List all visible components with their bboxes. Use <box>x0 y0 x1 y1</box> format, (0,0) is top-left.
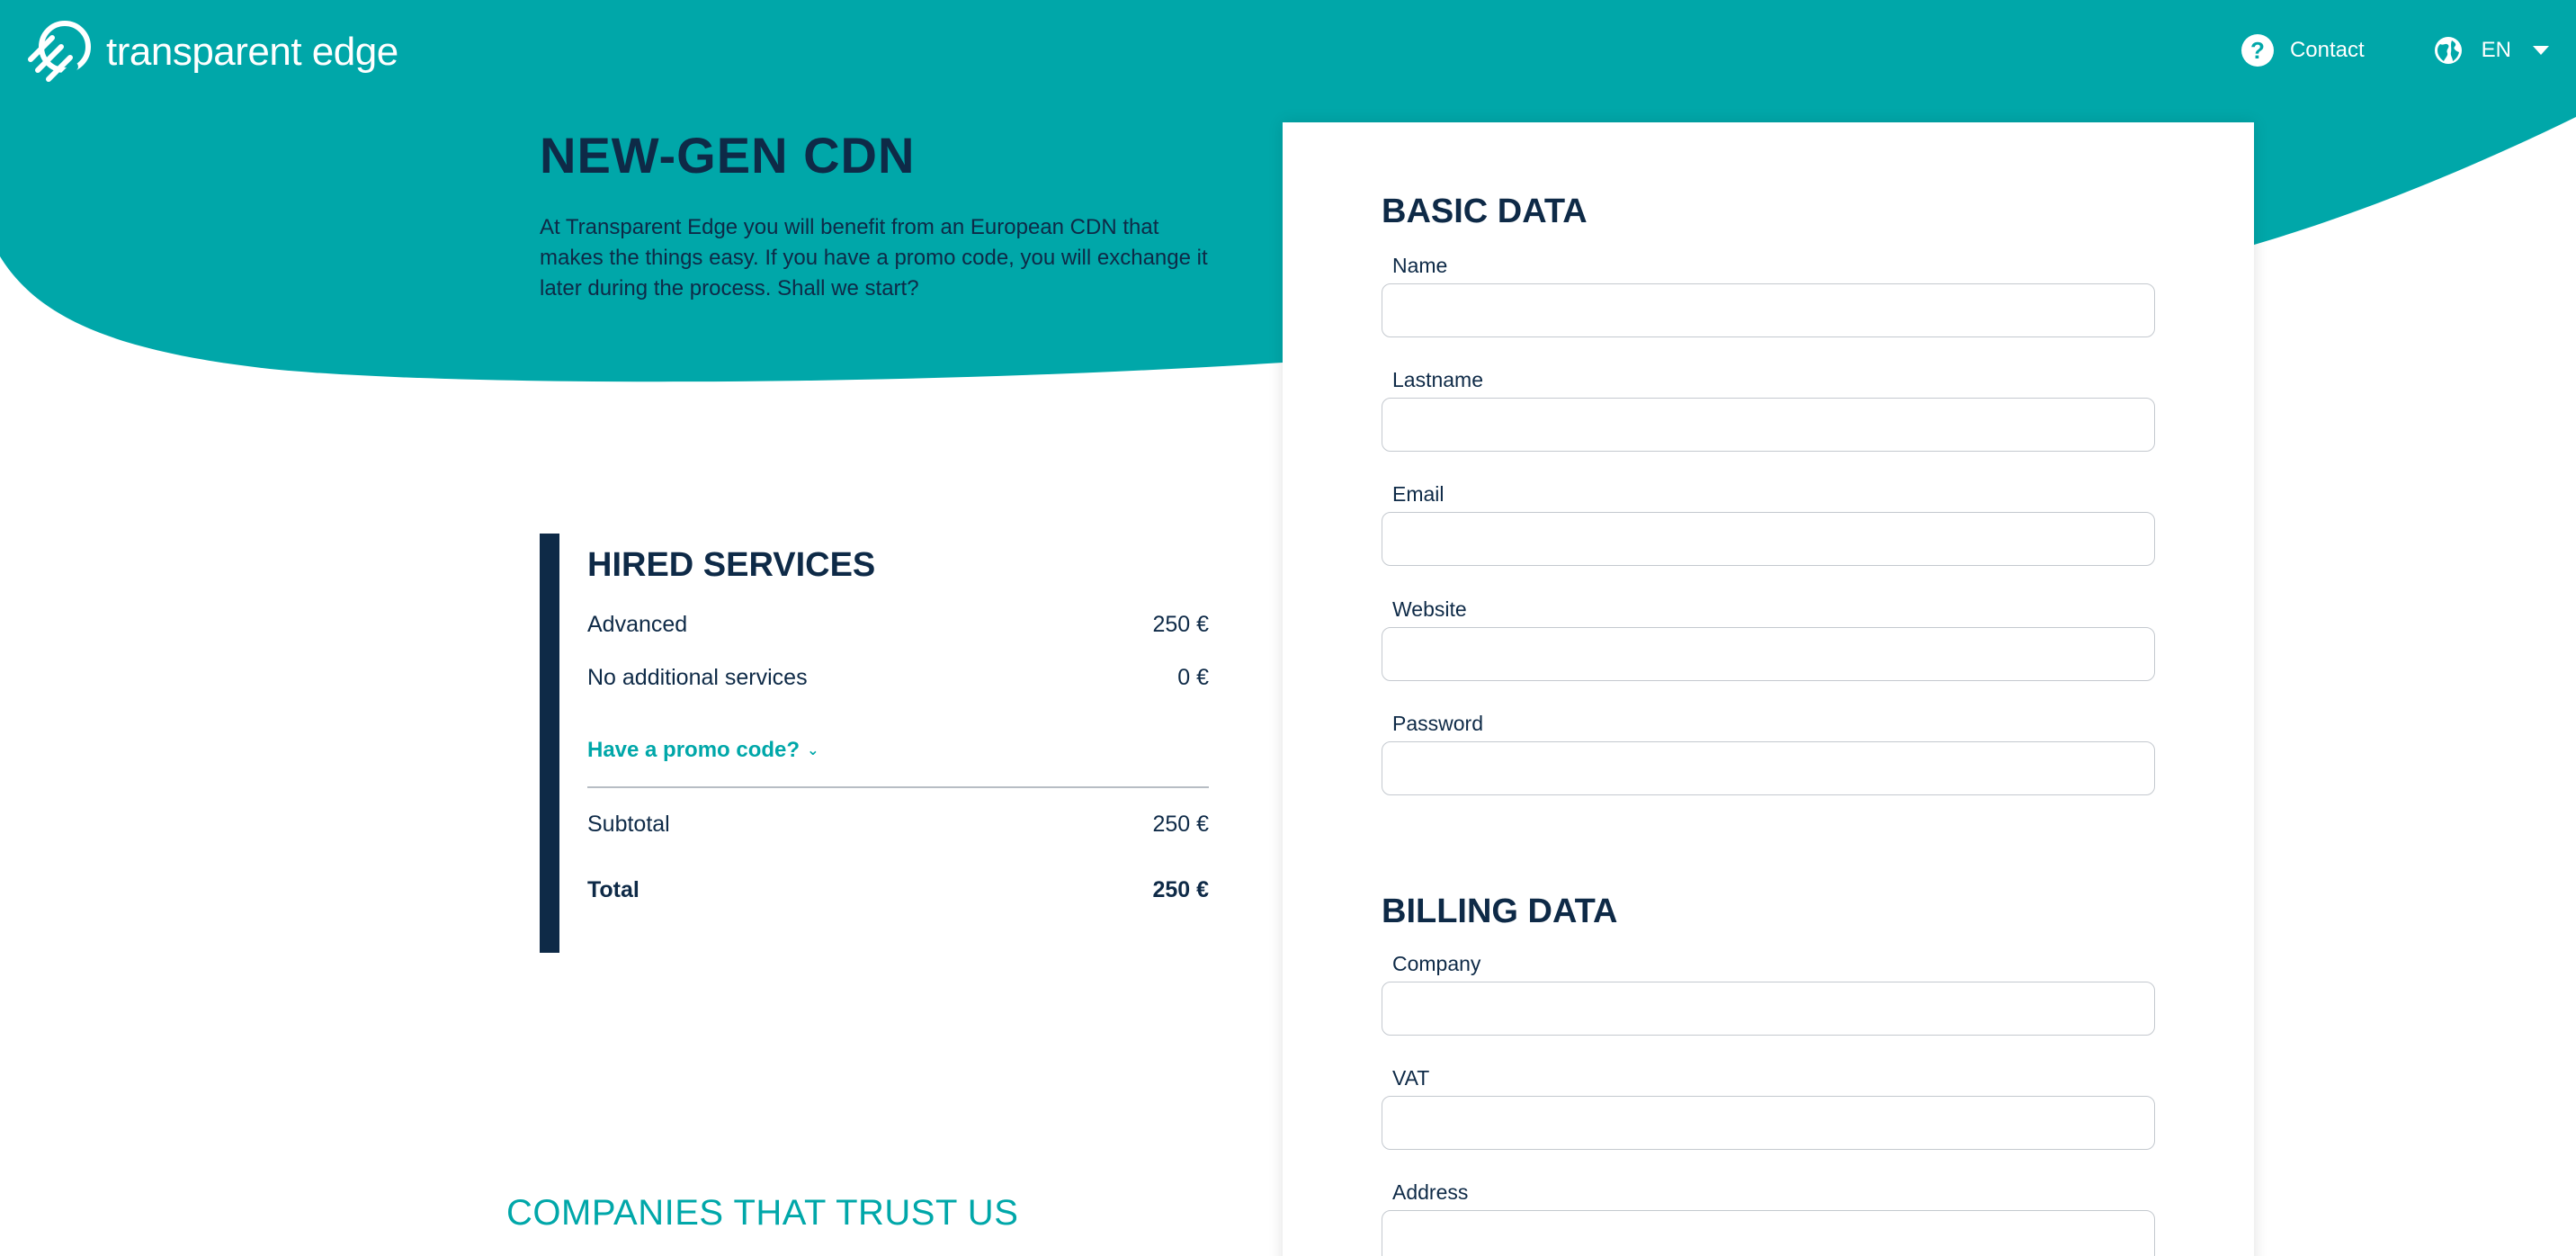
name-label: Name <box>1392 254 1448 277</box>
basic-data-title: BASIC DATA <box>1382 193 1588 230</box>
hired-services-content: HIRED SERVICES Advanced 250 € No additio… <box>587 534 1209 903</box>
chevron-down-icon <box>2533 46 2549 55</box>
name-input[interactable] <box>1382 283 2155 337</box>
promo-code-label: Have a promo code? <box>587 738 801 762</box>
email-label: Email <box>1392 482 1445 506</box>
logo-icon <box>28 21 91 84</box>
website-input[interactable] <box>1382 627 2155 681</box>
hired-services-panel: HIRED SERVICES Advanced 250 € No additio… <box>540 534 1209 953</box>
website-field: Website <box>1382 597 2155 681</box>
company-input[interactable] <box>1382 982 2155 1036</box>
service-row: Advanced 250 € <box>587 612 1209 638</box>
subtotal-row: Subtotal 250 € <box>587 812 1209 838</box>
password-field: Password <box>1382 712 2155 795</box>
password-label: Password <box>1392 712 1483 735</box>
chevron-down-icon: ⌄ <box>807 743 819 758</box>
language-label: EN <box>2481 38 2511 62</box>
billing-data-title: BILLING DATA <box>1382 893 1618 930</box>
total-label: Total <box>587 877 640 902</box>
subtotal-value: 250 € <box>1152 812 1209 837</box>
language-selector[interactable]: EN <box>2433 35 2549 66</box>
lastname-field: Lastname <box>1382 368 2155 452</box>
service-row: No additional services 0 € <box>587 665 1209 691</box>
hired-services-title: HIRED SERVICES <box>587 546 876 584</box>
vat-input[interactable] <box>1382 1096 2155 1150</box>
name-field: Name <box>1382 254 2155 337</box>
brand-name: transparent edge <box>106 30 398 74</box>
total-value: 250 € <box>1152 877 1209 902</box>
company-field: Company <box>1382 952 2155 1036</box>
lastname-input[interactable] <box>1382 398 2155 452</box>
divider <box>587 786 1209 788</box>
globe-icon <box>2434 37 2462 64</box>
service-name: Advanced <box>587 612 688 637</box>
service-name: No additional services <box>587 665 808 690</box>
service-price: 0 € <box>1177 665 1209 690</box>
password-input[interactable] <box>1382 741 2155 795</box>
vat-field: VAT <box>1382 1066 2155 1150</box>
page-title: NEW-GEN CDN <box>540 127 916 184</box>
companies-title: COMPANIES THAT TRUST US <box>506 1193 1019 1233</box>
header-actions: ? Contact EN <box>2241 34 2549 67</box>
vat-label: VAT <box>1392 1066 1430 1090</box>
help-circle-icon: ? <box>2241 34 2274 67</box>
company-label: Company <box>1392 952 1481 975</box>
signup-form-card: BASIC DATA Name Lastname Email Website P… <box>1283 122 2254 1256</box>
contact-label: Contact <box>2289 38 2365 62</box>
service-price: 250 € <box>1152 612 1209 637</box>
page: transparent edge ? Contact EN NEW-GEN CD… <box>0 0 2576 1256</box>
contact-link[interactable]: ? Contact <box>2241 34 2365 67</box>
top-nav: transparent edge ? Contact EN <box>0 0 2576 104</box>
subtotal-label: Subtotal <box>587 812 670 837</box>
hero-description: At Transparent Edge you will benefit fro… <box>540 215 1208 301</box>
address-label: Address <box>1392 1180 1469 1204</box>
address-field: Address <box>1382 1180 2155 1256</box>
email-input[interactable] <box>1382 512 2155 566</box>
promo-code-toggle[interactable]: Have a promo code? ⌄ <box>587 738 1209 763</box>
brand-logo[interactable]: transparent edge <box>25 20 398 85</box>
total-row: Total 250 € <box>587 877 1209 903</box>
lastname-label: Lastname <box>1392 368 1484 391</box>
address-input[interactable] <box>1382 1210 2155 1256</box>
panel-accent-bar <box>540 534 559 953</box>
website-label: Website <box>1392 597 1467 621</box>
email-field: Email <box>1382 482 2155 566</box>
